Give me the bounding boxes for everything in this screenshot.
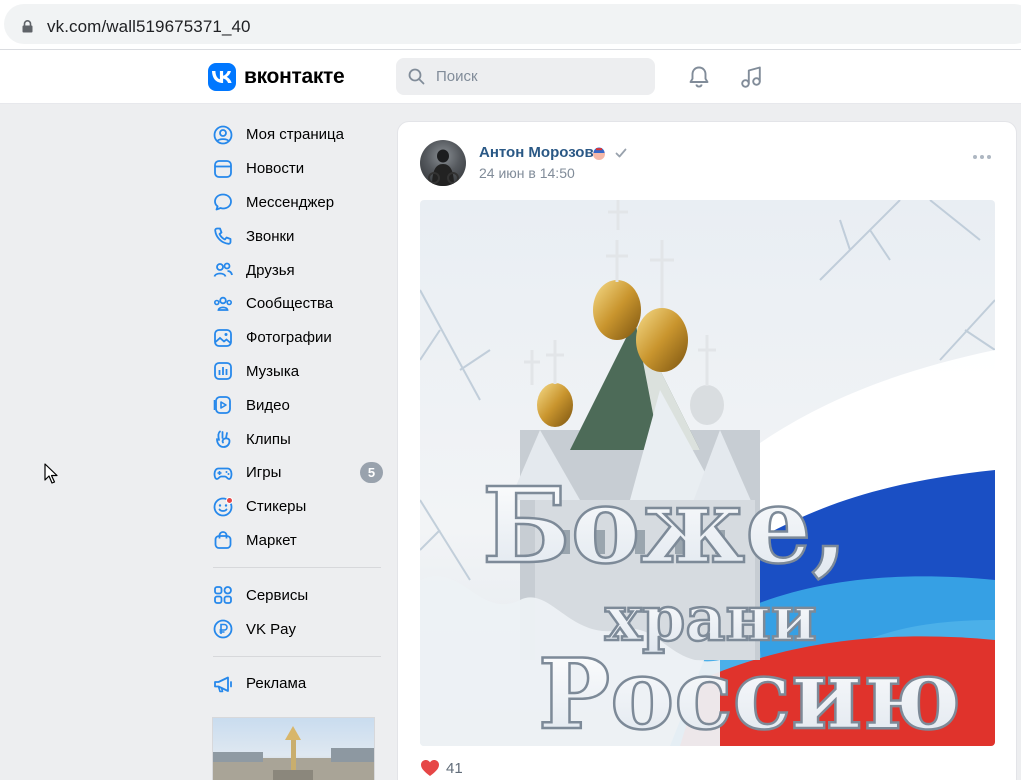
search-input[interactable] bbox=[436, 58, 646, 95]
menu-item-label: Клипы bbox=[246, 430, 291, 448]
emoji-icon bbox=[593, 147, 605, 160]
more-options-icon[interactable] bbox=[971, 152, 993, 162]
menu-item-label: Маркет bbox=[246, 531, 297, 549]
menu-item-news[interactable]: Новости bbox=[208, 152, 388, 186]
search-icon bbox=[408, 68, 425, 85]
user-circle-icon bbox=[213, 125, 233, 145]
image-text-line3: Россию bbox=[538, 638, 961, 746]
url-text[interactable]: vk.com/wall519675371_40 bbox=[47, 17, 251, 37]
menu-separator bbox=[213, 655, 381, 657]
menu-item-label: Реклама bbox=[246, 675, 307, 693]
menu-item-message[interactable]: Мессенджер bbox=[208, 186, 388, 220]
message-icon bbox=[214, 194, 232, 211]
post-image[interactable]: Боже, храни Россию bbox=[420, 200, 995, 746]
menu-item-vkpay[interactable]: VK Pay bbox=[208, 612, 388, 646]
market-icon bbox=[214, 531, 232, 550]
games-icon bbox=[213, 467, 233, 480]
video-icon bbox=[213, 396, 231, 415]
vk-logo-icon bbox=[208, 63, 236, 91]
left-menu: Моя страница Новости Мессенджер Звонки Друзь… bbox=[208, 118, 388, 701]
menu-item-label: Звонки bbox=[246, 227, 295, 245]
menu-item-services[interactable]: Сервисы bbox=[208, 578, 388, 612]
music-icon bbox=[214, 362, 232, 381]
menu-item-user-circle[interactable]: Моя страница bbox=[208, 118, 388, 152]
vk-logo[interactable]: вконтакте bbox=[208, 63, 345, 91]
menu-item-label: Сервисы bbox=[246, 586, 309, 604]
search-box[interactable] bbox=[396, 58, 655, 95]
menu-item-friends[interactable]: Друзья bbox=[208, 253, 388, 287]
like-button[interactable]: 41 bbox=[420, 759, 463, 777]
verified-check-icon bbox=[615, 148, 627, 158]
communities-icon bbox=[214, 296, 233, 311]
menu-item-communities[interactable]: Сообщества bbox=[208, 287, 388, 321]
menu-separator bbox=[213, 567, 381, 569]
menu-item-label: Новости bbox=[246, 160, 305, 178]
menu-item-ads[interactable]: Реклама bbox=[208, 667, 388, 701]
heart-icon bbox=[421, 760, 439, 776]
menu-item-label: Стикеры bbox=[246, 498, 307, 516]
menu-item-label: Моя страница bbox=[246, 126, 344, 144]
address-bar[interactable]: vk.com/wall519675371_40 bbox=[4, 4, 1021, 44]
browser-toolbar: vk.com/wall519675371_40 bbox=[0, 0, 1021, 50]
menu-item-label: Сообщества bbox=[246, 295, 334, 313]
menu-item-label: Музыка bbox=[246, 362, 300, 380]
menu-item-video[interactable]: Видео bbox=[208, 388, 388, 422]
menu-item-market[interactable]: Маркет bbox=[208, 524, 388, 558]
mouse-cursor-icon bbox=[44, 463, 58, 484]
post-date[interactable]: 24 июн в 14:50 bbox=[479, 165, 575, 181]
site-header: вконтакте bbox=[0, 50, 1021, 104]
logo-text: вконтакте bbox=[244, 65, 345, 88]
music-note-icon[interactable] bbox=[738, 64, 764, 90]
clips-icon bbox=[216, 430, 231, 448]
image-text-line1: Боже, bbox=[482, 464, 848, 587]
menu-item-music[interactable]: Музыка bbox=[208, 355, 388, 389]
lock-icon bbox=[22, 20, 33, 33]
photo-icon bbox=[214, 328, 232, 347]
menu-item-label: Игры bbox=[246, 464, 282, 482]
wall-post: Антон Морозов 24 июн в 14:50 Боже, храни… bbox=[397, 121, 1017, 780]
ad-banner-image[interactable] bbox=[212, 717, 375, 780]
counter-badge: 5 bbox=[360, 461, 383, 483]
friends-icon bbox=[213, 262, 233, 278]
menu-item-label: Друзья bbox=[246, 261, 295, 279]
menu-item-photo[interactable]: Фотографии bbox=[208, 321, 388, 355]
author-avatar[interactable] bbox=[420, 140, 466, 186]
services-icon bbox=[214, 586, 232, 605]
vkpay-icon bbox=[213, 619, 233, 639]
phone-icon bbox=[214, 227, 232, 246]
bell-icon[interactable] bbox=[686, 64, 712, 90]
like-count: 41 bbox=[446, 759, 463, 777]
menu-item-label: Видео bbox=[246, 396, 290, 414]
news-icon bbox=[214, 159, 232, 178]
post-author-name[interactable]: Антон Морозов bbox=[479, 144, 594, 161]
menu-item-games[interactable]: Игры 5 bbox=[208, 456, 388, 490]
menu-item-phone[interactable]: Звонки bbox=[208, 219, 388, 253]
stickers-icon bbox=[213, 496, 233, 517]
menu-item-label: VK Pay bbox=[246, 620, 297, 638]
menu-item-label: Мессенджер bbox=[246, 193, 335, 211]
menu-item-clips[interactable]: Клипы bbox=[208, 422, 388, 456]
ads-icon bbox=[214, 676, 232, 693]
menu-item-label: Фотографии bbox=[246, 329, 332, 347]
menu-item-stickers[interactable]: Стикеры bbox=[208, 490, 388, 524]
